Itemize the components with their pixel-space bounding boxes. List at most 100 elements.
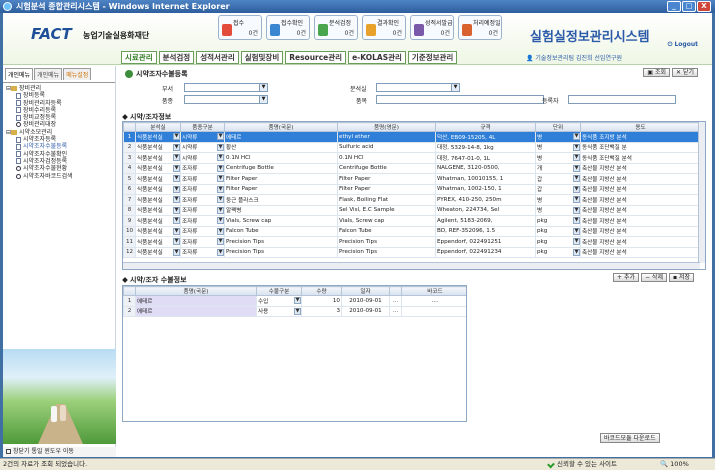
lab-select[interactable]: ▼ bbox=[376, 83, 460, 92]
column-header[interactable] bbox=[389, 286, 402, 296]
table-cell[interactable]: ... bbox=[389, 295, 402, 307]
table-cell[interactable]: 식품분석실 ▼ bbox=[135, 194, 181, 206]
table-cell[interactable] bbox=[401, 305, 466, 317]
column-header[interactable]: 용도 bbox=[580, 122, 701, 132]
table-row[interactable]: 8 식품분석실 ▼ 조자류 ▼ 알팩병 Sel Visl, E.C Sample Wheato… bbox=[123, 204, 701, 216]
type-select[interactable]: ▼ bbox=[184, 95, 268, 104]
quick-item[interactable]: 처리예정일 0건 bbox=[458, 15, 502, 40]
table-cell[interactable]: Precision Tips bbox=[337, 236, 436, 248]
left-tab[interactable]: 개인메뉴 bbox=[5, 68, 34, 80]
chevron-down-icon[interactable]: ▼ bbox=[217, 164, 224, 172]
chevron-down-icon[interactable]: ▼ bbox=[173, 238, 180, 245]
table-row[interactable]: 1 에테르 수입 ▼ 10 2010-09-01....... bbox=[123, 295, 466, 307]
table-cell[interactable]: 병 ▼ bbox=[535, 194, 581, 206]
checkbox-icon[interactable] bbox=[6, 449, 11, 454]
table-cell[interactable]: 황산 bbox=[224, 141, 338, 153]
chevron-down-icon[interactable]: ▼ bbox=[173, 206, 180, 214]
table-row[interactable]: 2 에테르 사용 ▼ 3 2010-09-01... bbox=[123, 305, 466, 317]
table-cell[interactable]: 개 ▼ bbox=[535, 162, 581, 174]
chevron-down-icon[interactable]: ▼ bbox=[573, 206, 580, 214]
table-cell[interactable]: 4 bbox=[123, 162, 136, 174]
table-cell[interactable]: 2 bbox=[123, 305, 136, 317]
tree-folder[interactable]: ⊟ 장비관리 bbox=[6, 85, 112, 92]
table-cell[interactable]: 식품분석실 ▼ bbox=[135, 246, 181, 258]
table-cell[interactable]: 1 bbox=[123, 131, 136, 143]
table-cell[interactable]: 축산물 지방산 분석 bbox=[580, 225, 701, 237]
table-row[interactable]: 10 식품분석실 ▼ 조자류 ▼ Falcon Tube Falcon Tube BD, RE… bbox=[123, 225, 701, 237]
table-cell[interactable]: Centrifuge Bottle bbox=[224, 162, 338, 174]
table-cell[interactable]: Eppendorf, 022491234 bbox=[435, 246, 536, 258]
table-cell[interactable]: 조자류 ▼ bbox=[180, 194, 225, 206]
table-cell[interactable]: Filter Paper bbox=[224, 173, 338, 185]
table-cell[interactable]: 사용 ▼ bbox=[256, 305, 302, 317]
column-header[interactable]: 단위 bbox=[535, 122, 581, 132]
chevron-down-icon[interactable]: ▼ bbox=[173, 248, 180, 256]
table-cell[interactable]: 에테르 bbox=[135, 295, 257, 307]
table-cell[interactable]: 에테르 bbox=[224, 131, 338, 143]
table-cell[interactable]: Sulfuric acid bbox=[337, 141, 436, 153]
barcode-download-button[interactable]: 바코드모듈 다운로드 bbox=[600, 433, 660, 443]
table-cell[interactable]: 식품분석실 ▼ bbox=[135, 131, 181, 143]
vertical-scrollbar[interactable] bbox=[698, 122, 705, 263]
table-row[interactable]: 3 식품분석실 ▼ 시약류 ▼ 0.1N HCl 0.1N HCl 대정, 7647-01-0… bbox=[123, 152, 701, 164]
table-cell[interactable]: Precision Tips bbox=[224, 246, 338, 258]
table-cell[interactable]: 동식품 조지방 분석 bbox=[580, 131, 701, 143]
chevron-down-icon[interactable]: ▼ bbox=[173, 185, 180, 193]
chevron-down-icon[interactable]: ▼ bbox=[573, 185, 580, 193]
add-button[interactable]: + 추가 bbox=[613, 273, 639, 282]
tree-folder[interactable]: ⊟ 시약소모관리 bbox=[6, 129, 112, 136]
chevron-down-icon[interactable]: ▼ bbox=[573, 238, 580, 245]
quick-item[interactable]: 성적서발급 0건 bbox=[410, 15, 454, 40]
table-cell[interactable]: 축산물 지방산 분석 bbox=[580, 173, 701, 185]
table-cell[interactable]: 9 bbox=[123, 215, 136, 227]
chevron-down-icon[interactable]: ▼ bbox=[217, 248, 224, 256]
table-cell[interactable]: 병 ▼ bbox=[535, 141, 581, 153]
close-page-button[interactable]: ✕ 닫기 bbox=[672, 68, 698, 77]
table-cell[interactable]: 동식품 조단백질 분석 bbox=[580, 152, 701, 164]
table-cell[interactable]: Falcon Tube bbox=[337, 225, 436, 237]
table-cell[interactable]: pkg ▼ bbox=[535, 215, 581, 227]
table-cell[interactable]: 시약류 ▼ bbox=[180, 131, 225, 143]
table-cell[interactable]: 축산물 지방산 분석 bbox=[580, 183, 701, 195]
table-cell[interactable]: pkg ▼ bbox=[535, 246, 581, 258]
table-cell[interactable]: 둥근 플라스크 bbox=[224, 194, 338, 206]
column-header[interactable]: 품명(영문) bbox=[337, 122, 436, 132]
table-cell[interactable]: 조자류 ▼ bbox=[180, 225, 225, 237]
table-cell[interactable]: Whatman, 10010155, 1 bbox=[435, 173, 536, 185]
table-cell[interactable]: 식품분석실 ▼ bbox=[135, 141, 181, 153]
chevron-down-icon[interactable]: ▼ bbox=[217, 217, 224, 224]
window-move-option[interactable]: 창닫기 통일 윈도우 이동 bbox=[3, 447, 116, 457]
chevron-down-icon[interactable]: ▼ bbox=[217, 196, 224, 203]
table-cell[interactable]: 병 ▼ bbox=[535, 204, 581, 216]
chevron-down-icon[interactable]: ▼ bbox=[294, 297, 301, 304]
tree-item[interactable]: 장비등록 bbox=[6, 92, 112, 99]
quick-item[interactable]: 접수 0건 bbox=[218, 15, 262, 40]
table-row[interactable]: 2 식품분석실 ▼ 시약류 ▼ 황산 Sulfuric acid 대정, 5329-14-8,… bbox=[123, 141, 701, 153]
table-cell[interactable]: 12 bbox=[123, 246, 136, 258]
chevron-down-icon[interactable]: ▼ bbox=[217, 175, 224, 182]
table-cell[interactable]: Flask, Boiling Flat bbox=[337, 194, 436, 206]
table-cell[interactable]: Precision Tips bbox=[224, 236, 338, 248]
table-cell[interactable]: 축산물 지방산 분석 bbox=[580, 194, 701, 206]
chevron-down-icon[interactable]: ▼ bbox=[217, 154, 224, 161]
table-cell[interactable]: ethyl ether bbox=[337, 131, 436, 143]
table-cell[interactable]: Eppendorf, 022491251 bbox=[435, 236, 536, 248]
table-cell[interactable]: 2010-09-01 bbox=[341, 295, 390, 307]
column-header[interactable]: 수량 bbox=[301, 286, 342, 296]
table-cell[interactable]: Filter Paper bbox=[337, 173, 436, 185]
close-button[interactable]: X bbox=[697, 1, 711, 12]
column-header[interactable]: 규격 bbox=[435, 122, 536, 132]
table-cell[interactable]: 0.1N HCl bbox=[224, 152, 338, 164]
table-cell[interactable]: 병 ▼ bbox=[535, 131, 581, 143]
chevron-down-icon[interactable]: ▼ bbox=[173, 143, 180, 151]
table-cell[interactable]: PYREX, 410-250, 250m bbox=[435, 194, 536, 206]
table-cell[interactable]: pkg ▼ bbox=[535, 225, 581, 237]
logout-link[interactable]: ⏻ Logout bbox=[668, 41, 698, 49]
chevron-down-icon[interactable]: ▼ bbox=[573, 154, 580, 161]
table-cell[interactable]: 대정, 5329-14-8, 1kg bbox=[435, 141, 536, 153]
table-cell[interactable]: 식품분석실 ▼ bbox=[135, 204, 181, 216]
table-cell[interactable]: 대정, 7647-01-0, 1L bbox=[435, 152, 536, 164]
table-cell[interactable]: 에테르 bbox=[135, 305, 257, 317]
table-row[interactable]: 6 식품분석실 ▼ 조자류 ▼ Filter Paper Filter Paper Whatm… bbox=[123, 183, 701, 195]
chevron-down-icon[interactable]: ▼ bbox=[217, 133, 224, 140]
